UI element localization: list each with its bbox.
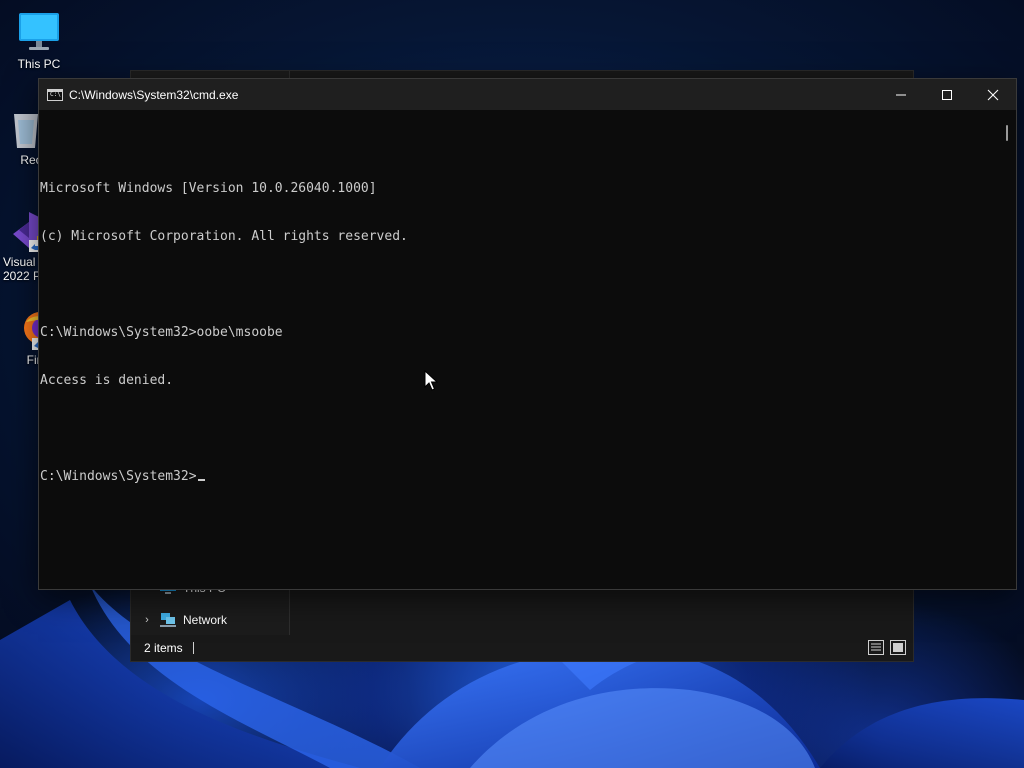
cmd-window[interactable]: C:\ C:\Windows\System32\cmd.exe Microsof… — [38, 78, 1017, 590]
details-view-icon[interactable] — [868, 640, 884, 655]
window-title: C:\Windows\System32\cmd.exe — [69, 87, 239, 102]
large-icons-view-icon[interactable] — [890, 640, 906, 655]
status-bar: 2 items — [131, 635, 913, 661]
scrollbar-thumb[interactable] — [1006, 125, 1008, 141]
minimize-button[interactable] — [878, 79, 924, 110]
monitor-icon — [17, 10, 61, 54]
cmd-app-icon[interactable]: C:\ — [47, 88, 63, 101]
maximize-button[interactable] — [924, 79, 970, 110]
desktop: This PC Recyc Visual 2022 P — [0, 0, 1024, 768]
chevron-right-icon[interactable]: › — [139, 614, 155, 626]
maximize-icon — [942, 89, 952, 100]
nav-item-label: Network — [183, 613, 228, 627]
terminal-line: C:\Windows\System32>oobe\msoobe — [40, 325, 283, 340]
desktop-icon-label: This PC — [17, 57, 61, 71]
terminal-output[interactable]: Microsoft Windows [Version 10.0.26040.10… — [39, 110, 999, 589]
vertical-scrollbar[interactable] — [999, 110, 1016, 589]
title-bar[interactable]: C:\ C:\Windows\System32\cmd.exe — [39, 79, 1016, 110]
terminal-line: Access is denied. — [40, 373, 174, 388]
minimize-icon — [896, 94, 906, 95]
nav-item-network[interactable]: › Network — [139, 608, 227, 632]
mouse-pointer-icon — [424, 370, 438, 391]
text-cursor — [197, 479, 205, 481]
terminal-line: Microsoft Windows [Version 10.0.26040.10… — [40, 181, 377, 196]
items-count: 2 items — [144, 641, 183, 655]
terminal-line: (c) Microsoft Corporation. All rights re… — [40, 229, 408, 244]
terminal-prompt-line[interactable]: C:\Windows\System32> — [39, 469, 999, 485]
network-icon — [159, 612, 177, 628]
desktop-icon-this-pc[interactable]: This PC — [0, 10, 79, 71]
terminal-prompt: C:\Windows\System32> — [40, 469, 197, 484]
close-button[interactable] — [970, 79, 1016, 110]
close-icon — [987, 89, 999, 100]
status-separator — [192, 642, 194, 654]
